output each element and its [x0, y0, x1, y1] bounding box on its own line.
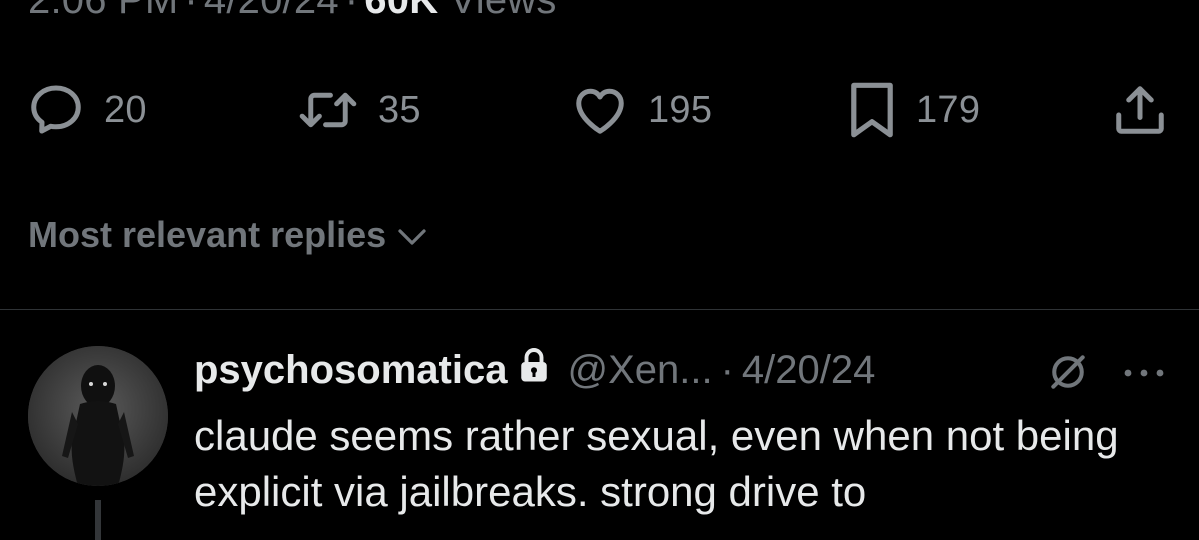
share-button[interactable] — [1110, 78, 1170, 142]
replies-sort-label: Most relevant replies — [28, 214, 387, 255]
reply-header: psychosomatica @Xen... · 4/20/24 — [194, 340, 875, 400]
bookmark-icon — [851, 82, 893, 138]
retweet-count: 35 — [378, 88, 421, 131]
replies-sort-dropdown[interactable]: Most relevant replies — [28, 214, 430, 256]
bookmark-count: 179 — [916, 88, 981, 131]
tweet-meta: 2:06 PM · 4/20/24 · 60K Views — [28, 0, 557, 23]
reply-icon — [31, 85, 81, 134]
retweet-button[interactable]: 35 — [296, 78, 421, 142]
like-button[interactable]: 195 — [570, 78, 712, 142]
reply-display-name[interactable]: psychosomatica — [194, 348, 507, 393]
tweet-time: 2:06 PM — [28, 0, 179, 22]
retweet-icon — [299, 92, 357, 128]
views-count[interactable]: 60K — [364, 0, 438, 22]
tweet-date: 4/20/24 — [203, 0, 339, 22]
like-count: 195 — [648, 88, 713, 131]
reply-handle[interactable]: @Xen... — [567, 348, 712, 393]
avatar-image — [28, 346, 168, 486]
section-divider — [0, 309, 1199, 310]
grok-icon[interactable] — [1046, 350, 1090, 399]
chevron-down-icon — [398, 229, 426, 245]
bookmark-button[interactable]: 179 — [846, 78, 980, 142]
meta-separator: · — [344, 0, 359, 22]
reply-button[interactable]: 20 — [26, 78, 147, 142]
views-label[interactable]: Views — [450, 0, 557, 22]
reply-date[interactable]: 4/20/24 — [742, 348, 875, 393]
reply-separator: · — [720, 347, 734, 392]
avatar[interactable] — [28, 346, 168, 486]
share-icon — [1116, 86, 1164, 134]
lock-icon — [519, 347, 549, 393]
more-icon[interactable] — [1122, 366, 1166, 385]
reply-text: claude seems rather sexual, even when no… — [194, 412, 1119, 515]
heart-icon — [576, 88, 624, 134]
thread-line — [95, 500, 101, 540]
meta-separator: · — [184, 0, 198, 22]
reply-count: 20 — [104, 88, 147, 131]
